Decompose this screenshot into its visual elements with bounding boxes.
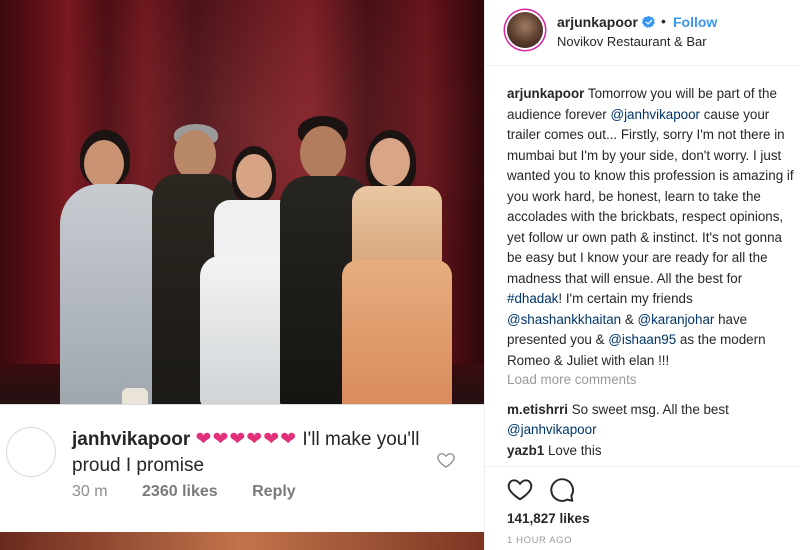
header-separator: • xyxy=(661,13,666,29)
comment-username[interactable]: m.etishrri xyxy=(507,402,568,417)
speech-bubble-icon[interactable] xyxy=(549,477,575,503)
likes-count[interactable]: 141,827 likes xyxy=(507,511,590,526)
comment-username[interactable]: janhvikapoor xyxy=(72,429,190,450)
hashtag-dhadak[interactable]: #dhadak xyxy=(507,291,558,306)
caption-text-2: cause your trailer comes out... Firstly,… xyxy=(507,106,794,286)
reply-button[interactable]: Reply xyxy=(252,483,296,500)
mention-karanjohar[interactable]: @karanjohar xyxy=(637,312,714,327)
comment-item: yazb1 Love this xyxy=(507,443,602,458)
comment-username[interactable]: yazb1 xyxy=(507,443,544,458)
load-more-comments[interactable]: Load more comments xyxy=(507,372,637,387)
comment-likes[interactable]: 2360 likes xyxy=(142,483,218,500)
header-username[interactable]: arjunkapoor xyxy=(557,14,638,30)
post-header: arjunkapoor • Follow Novikov Restaurant … xyxy=(485,0,800,66)
hearts-emoji: ❤❤❤❤❤❤ xyxy=(195,429,298,450)
caption-text-3: ! I'm certain my friends xyxy=(558,291,693,306)
comment-text: janhvikapoor ❤❤❤❤❤❤ I'll make you'll pro… xyxy=(72,427,422,479)
person-5 xyxy=(342,130,452,404)
comment-like-icon[interactable] xyxy=(436,450,456,470)
zoomed-comment-card: janhvikapoor ❤❤❤❤❤❤ I'll make you'll pro… xyxy=(0,404,484,550)
mention-janhvikapoor[interactable]: @janhvikapoor xyxy=(610,107,700,122)
caption-username[interactable]: arjunkapoor xyxy=(507,86,584,101)
post-location[interactable]: Novikov Restaurant & Bar xyxy=(557,34,707,49)
post-photo[interactable] xyxy=(0,0,484,404)
photo-bottom-strip xyxy=(0,532,484,550)
comment-avatar[interactable] xyxy=(6,427,56,477)
post-sidebar: arjunkapoor • Follow Novikov Restaurant … xyxy=(484,0,800,550)
comment-meta: 30 m 2360 likes Reply xyxy=(72,483,326,501)
post-caption: arjunkapoor Tomorrow you will be part of… xyxy=(507,84,797,371)
heart-outline-icon[interactable] xyxy=(507,477,533,501)
comment-time: 30 m xyxy=(72,483,108,500)
comment-body: Love this xyxy=(544,443,602,458)
mention-shashankkhaitan[interactable]: @shashankkhaitan xyxy=(507,312,621,327)
caption-text-4: & xyxy=(621,311,638,327)
mention-janhvikapoor[interactable]: @janhvikapoor xyxy=(507,422,597,437)
comment-body: So sweet msg. All the best xyxy=(568,402,729,417)
verified-badge-icon xyxy=(642,15,655,28)
post-timestamp: 1 HOUR AGO xyxy=(507,535,573,546)
profile-avatar[interactable] xyxy=(507,12,543,48)
comment-item: m.etishrri So sweet msg. All the best @j… xyxy=(507,400,797,440)
follow-button[interactable]: Follow xyxy=(673,14,717,30)
post-actions: 141,827 likes 1 HOUR AGO xyxy=(485,466,800,550)
mention-ishaan95[interactable]: @ishaan95 xyxy=(608,332,676,347)
